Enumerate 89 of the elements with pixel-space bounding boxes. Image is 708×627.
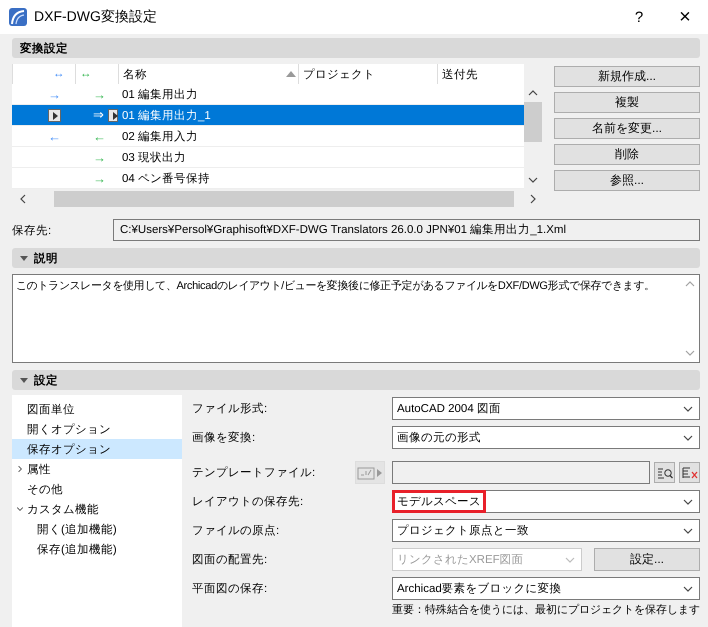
section-header[interactable]: 変換設定 [12, 38, 700, 58]
column-header[interactable]: ↔ [12, 64, 75, 84]
table-row[interactable]: ⇒ 01 編集用出力_1 [12, 105, 524, 126]
chevron-down-icon [683, 404, 693, 414]
field-label: ファイルの原点: [192, 524, 280, 538]
section-title: 変換設定 [20, 41, 68, 56]
translator-name: 04 ペン番号保持 [122, 172, 210, 186]
app-logo-icon [8, 7, 28, 27]
tree-item[interactable]: 開く(追加機能) [12, 519, 182, 539]
table-row[interactable]: → 04 ペン番号保持 [12, 168, 524, 189]
field-label: 図面の配置先: [192, 552, 268, 567]
list-search-icon [656, 466, 672, 478]
save-direction-arrow: ⇒ [93, 107, 104, 123]
file-path-field[interactable] [392, 461, 650, 484]
note-text: 重要：特殊結合を使うには、最初にプロジェクトを保存します [391, 604, 700, 617]
action-button[interactable]: 名前を変更... [554, 118, 700, 139]
dropdown[interactable]: AutoCAD 2004 図面 [392, 397, 700, 420]
dropdown-value: 画像の元の形式 [396, 430, 482, 446]
chevron-down-icon [528, 175, 538, 185]
description-text: このトランスレータを使用して、Archicadのレイアウト/ビューを変換後に修正予定があるファイルをDXF/DWG形式で保存できます。 [15, 278, 656, 294]
section-title: 説明 [34, 251, 58, 266]
tree-item[interactable]: カスタム機能 [12, 499, 182, 519]
dropdown-value: モデルスペース [395, 493, 483, 510]
scrollbar-thumb[interactable] [54, 191, 514, 207]
translator-name: 01 編集用出力_1 [122, 108, 211, 122]
field-label: 保存先: [12, 224, 52, 238]
column-header[interactable]: 名称 [118, 64, 298, 84]
field-label: ファイル形式: [192, 402, 268, 416]
dropdown[interactable]: 画像の元の形式 [392, 426, 700, 449]
chevron-up-icon [528, 88, 538, 98]
chevron-right-icon [528, 194, 538, 204]
dropdown-value: プロジェクト原点と一致 [396, 523, 530, 539]
column-header[interactable]: 送付先 [437, 64, 524, 84]
tree-item[interactable]: 開くオプション [12, 419, 182, 439]
open-direction-arrow: → [48, 86, 61, 102]
chevron-down-icon [683, 432, 693, 442]
tree-item[interactable]: 保存オプション [12, 439, 182, 459]
dropdown[interactable]: モデルスペース [392, 490, 700, 513]
action-button[interactable]: 新規作成... [554, 66, 700, 87]
clear-button[interactable] [679, 462, 700, 483]
browse-button[interactable] [654, 462, 675, 483]
translator-name: 03 現状出力 [122, 150, 186, 164]
save-direction-arrow: → [93, 170, 106, 186]
window-title: DXF-DWG変換設定 [34, 8, 157, 26]
translator-name: 02 編集用入力 [122, 130, 198, 144]
chevron-down-icon [685, 348, 695, 358]
chevron-down-icon [683, 584, 693, 594]
dropdown[interactable]: プロジェクト原点と一致 [392, 519, 700, 542]
column-header[interactable]: プロジェクト [298, 64, 437, 84]
chevron-down-icon [683, 496, 693, 506]
play-button[interactable] [48, 108, 61, 122]
action-button[interactable]: 削除 [554, 144, 700, 165]
field-label: 画像を変換: [192, 430, 256, 445]
save-direction-arrow: → [93, 86, 106, 102]
tree-item[interactable]: 図面単位 [12, 399, 182, 419]
table-row[interactable]: ← ← 02 編集用入力 [12, 126, 524, 147]
chevron-up-icon [685, 279, 695, 289]
chevron-down-icon [683, 526, 693, 536]
tree-item[interactable]: 保存(追加機能) [12, 539, 182, 559]
dropdown-value: AutoCAD 2004 図面 [396, 402, 502, 417]
help-button[interactable]: ? [616, 0, 662, 34]
list-delete-icon [682, 466, 698, 478]
scrollbar-thumb[interactable] [524, 102, 542, 142]
field-label: 平面図の保存: [192, 582, 268, 596]
section-header[interactable]: 説明 [12, 248, 700, 268]
tree-item[interactable]: その他 [12, 479, 182, 499]
field-label: レイアウトの保存先: [192, 494, 304, 509]
path-field: C:¥Users¥Persol¥Graphisoft¥DXF-DWG Translators 26.0.0 JPN¥01 編集用出力_1.Xml [113, 219, 700, 241]
translator-name: 01 編集用出力 [122, 88, 198, 102]
chevron-left-icon [18, 194, 28, 204]
chevron-down-icon [16, 506, 23, 512]
tree-item[interactable]: 属性 [12, 459, 182, 479]
open-direction-arrow: ← [48, 128, 61, 144]
drive-icon [357, 466, 383, 480]
table-row[interactable]: → 03 現状出力 [12, 147, 524, 168]
dropdown[interactable]: Archicad要素をブロックに変換 [392, 577, 700, 600]
action-button[interactable]: 複製 [554, 92, 700, 113]
field-label: テンプレートファイル: [192, 465, 316, 480]
action-button[interactable]: 参照... [554, 170, 700, 191]
close-button[interactable]: × [662, 0, 708, 34]
section-title: 設定 [34, 373, 58, 388]
dropdown-value: リンクされたXREF図面 [396, 553, 525, 568]
save-direction-arrow: → [93, 150, 106, 164]
save-direction-arrow: ← [93, 128, 106, 144]
dropdown-value: Archicad要素をブロックに変換 [396, 581, 563, 597]
chevron-right-icon [16, 466, 23, 472]
chevron-down-icon [565, 554, 575, 564]
play-button[interactable] [108, 108, 118, 122]
section-header[interactable]: 設定 [12, 370, 700, 390]
